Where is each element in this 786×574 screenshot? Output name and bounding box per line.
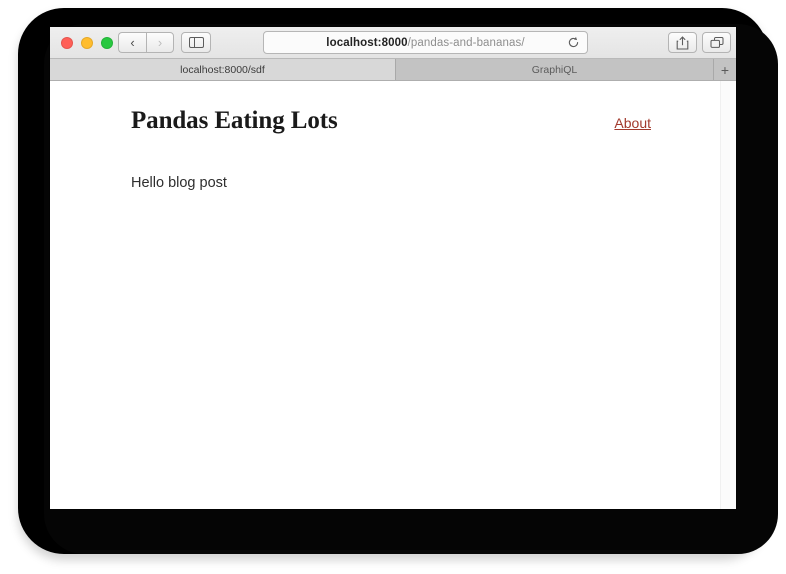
address-bar[interactable]: localhost:8000/pandas-and-bananas/ xyxy=(263,31,588,54)
browser-window: ‹ › localhost:8000/pandas-and-bananas/ l… xyxy=(50,27,736,509)
share-button[interactable] xyxy=(668,32,697,53)
window-close-button[interactable] xyxy=(61,37,73,49)
sidebar-toggle-button[interactable] xyxy=(181,32,211,53)
tab-overview-button[interactable] xyxy=(702,32,731,53)
back-button[interactable]: ‹ xyxy=(118,32,146,53)
tab-localhost-sdf[interactable]: localhost:8000/sdf xyxy=(50,59,396,80)
page-title: Pandas Eating Lots xyxy=(131,107,338,134)
forward-button[interactable]: › xyxy=(146,32,174,53)
sidebar-icon xyxy=(188,37,204,48)
site-header: Pandas Eating Lots About xyxy=(131,107,651,135)
tab-label: GraphiQL xyxy=(531,63,578,76)
tab-bar: localhost:8000/sdf GraphiQL + xyxy=(50,59,736,81)
reload-button[interactable] xyxy=(566,35,581,50)
new-tab-button[interactable]: + xyxy=(714,59,736,80)
page-content: Pandas Eating Lots About Hello blog post xyxy=(50,81,736,509)
reload-icon xyxy=(568,36,579,48)
plus-icon: + xyxy=(720,61,730,78)
address-bar-path: /pandas-and-bananas/ xyxy=(407,36,525,49)
tab-graphiql[interactable]: GraphiQL xyxy=(396,59,714,80)
post-body-text: Hello blog post xyxy=(131,175,227,191)
chevron-right-icon: › xyxy=(157,35,163,50)
window-maximize-button[interactable] xyxy=(101,37,113,49)
vertical-scrollbar[interactable] xyxy=(720,81,736,509)
about-link[interactable]: About xyxy=(614,115,651,131)
window-minimize-button[interactable] xyxy=(81,37,93,49)
chevron-left-icon: ‹ xyxy=(130,35,135,50)
address-bar-text: localhost:8000/pandas-and-bananas/ xyxy=(326,37,524,49)
tab-overview-icon xyxy=(709,36,724,48)
address-bar-host: localhost:8000 xyxy=(326,36,408,49)
share-icon xyxy=(676,35,689,50)
tab-label: localhost:8000/sdf xyxy=(180,63,265,76)
browser-toolbar: ‹ › localhost:8000/pandas-and-bananas/ xyxy=(50,27,736,59)
